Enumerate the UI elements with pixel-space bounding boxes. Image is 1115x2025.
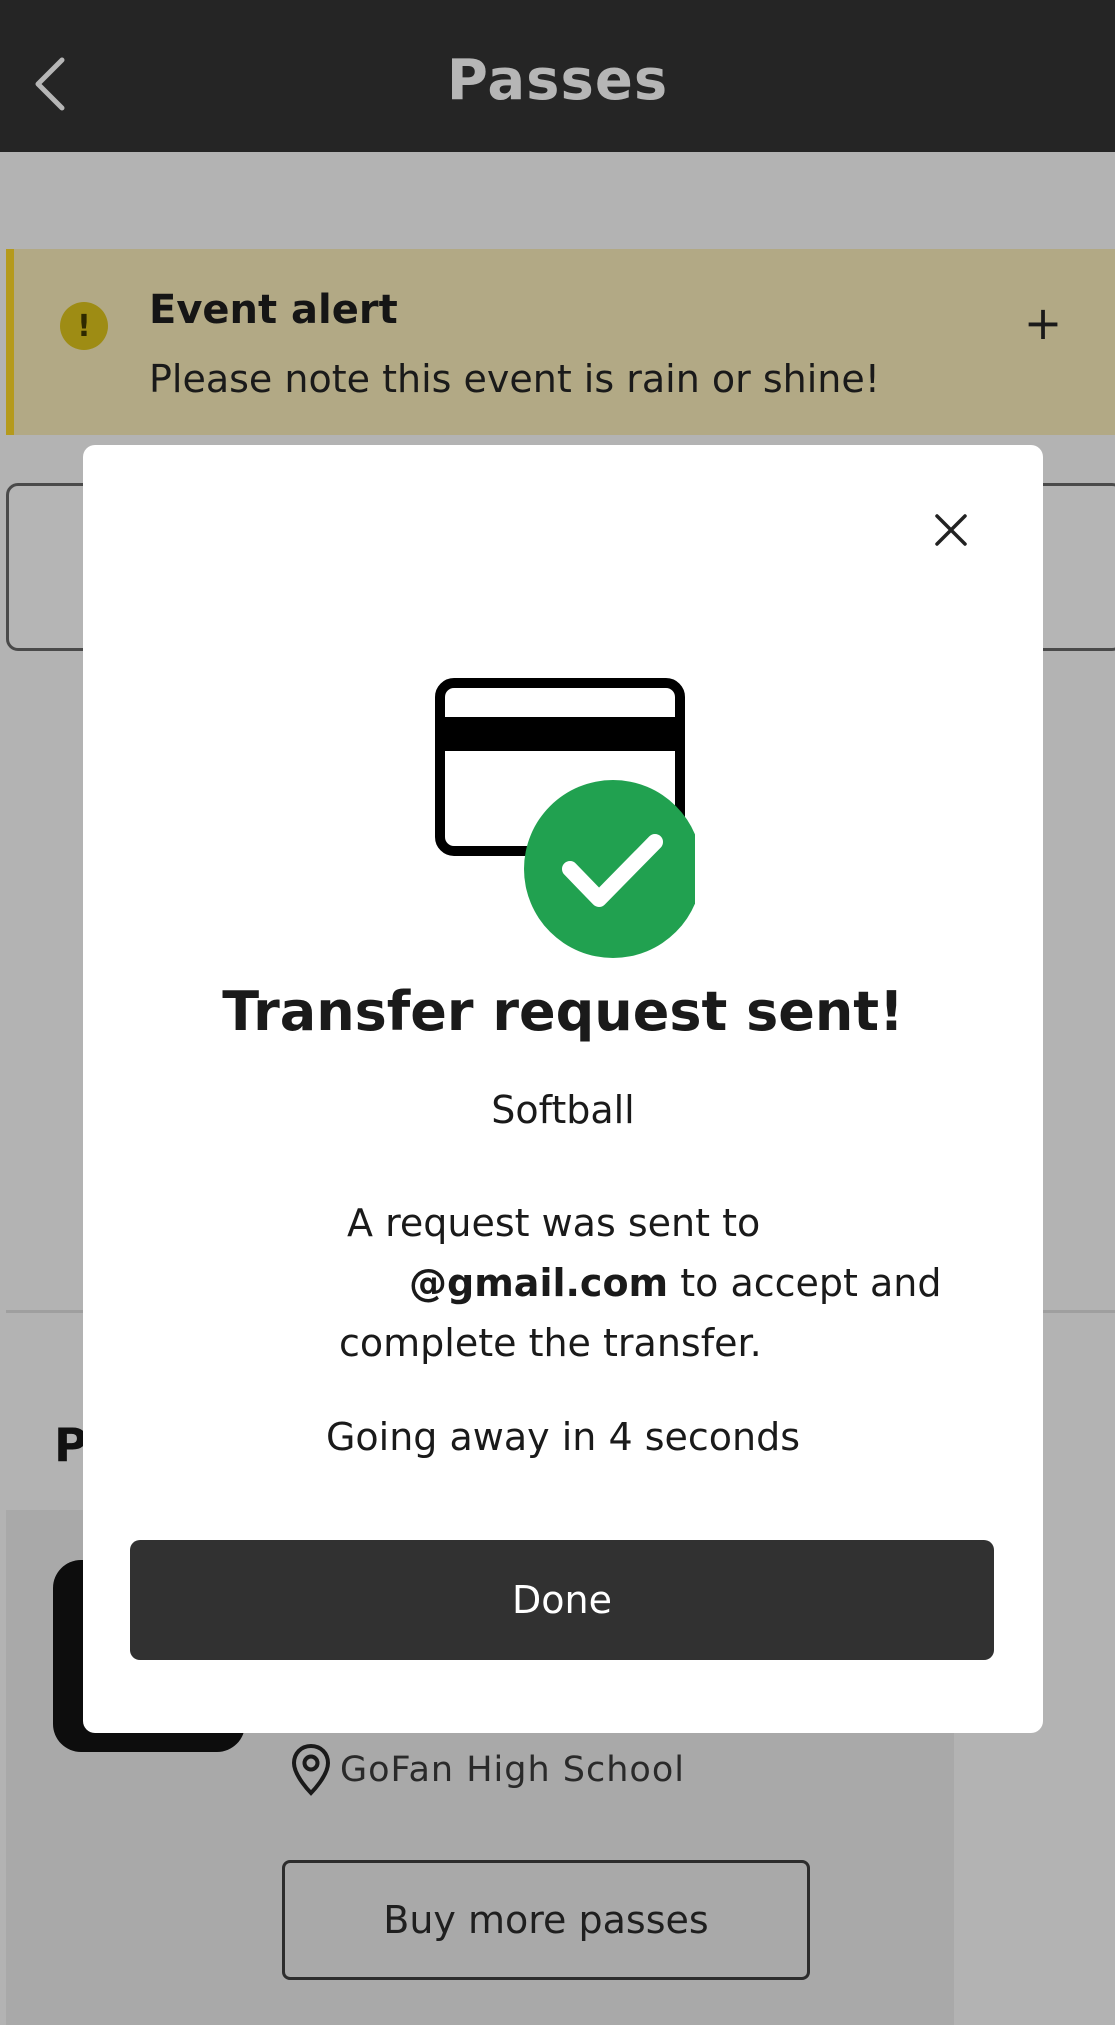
countdown-text: Going away in 4 seconds [325, 1415, 801, 1459]
message-after-email: to accept and [668, 1261, 942, 1305]
alert-title: Event alert [149, 287, 398, 333]
exclamation-icon: ! [60, 302, 108, 350]
transfer-message: A request was sent to @gmail.com to acce… [339, 1193, 979, 1373]
alert-message: Please note this event is rain or shine! [149, 357, 880, 401]
message-line-1: A request was sent to [347, 1201, 761, 1245]
plus-icon: + [1023, 296, 1063, 350]
buy-more-passes-button[interactable]: Buy more passes [282, 1860, 810, 1980]
done-button[interactable]: Done [130, 1540, 994, 1660]
page-title: Passes [446, 48, 669, 113]
alert-expand-button[interactable]: + [1020, 296, 1066, 350]
event-name: Softball [491, 1088, 635, 1132]
message-line-3: complete the transfer. [339, 1321, 762, 1365]
app-header: Passes [0, 0, 1115, 152]
pass-location: GoFan High School [290, 1743, 685, 1797]
modal-title: Transfer request sent! [222, 980, 904, 1043]
recipient-email: @gmail.com [409, 1261, 669, 1305]
location-pin-icon [291, 1743, 331, 1796]
close-button[interactable] [926, 505, 976, 555]
card-check-icon [435, 678, 695, 958]
event-alert-banner: ! Event alert Please note this event is … [6, 249, 1115, 435]
transfer-success-modal: Transfer request sent! Softball A reques… [83, 445, 1043, 1733]
location-text: GoFan High School [340, 1750, 685, 1790]
message-line-2: @gmail.com to accept and [339, 1253, 979, 1313]
close-icon [935, 514, 967, 546]
